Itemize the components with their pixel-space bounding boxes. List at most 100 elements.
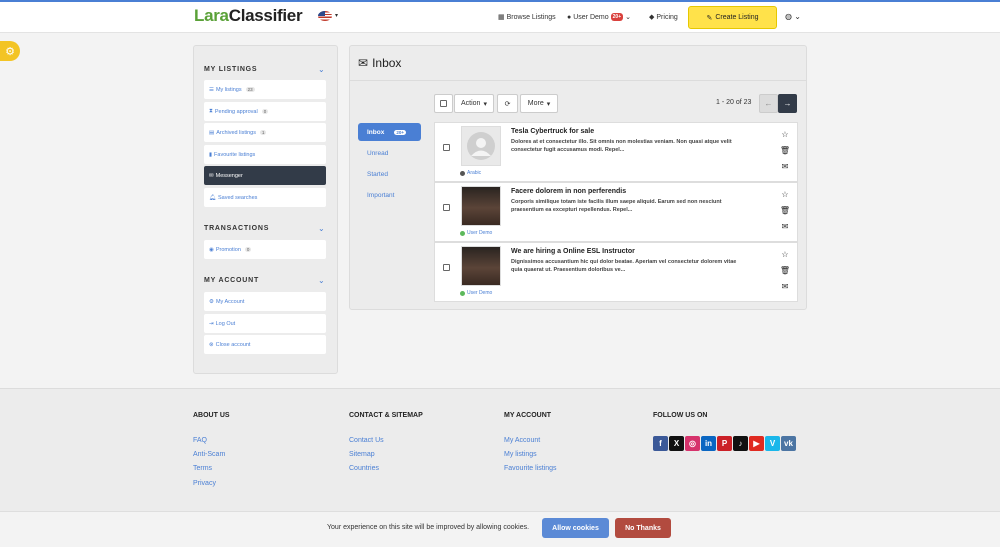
checkbox-icon [440,100,447,107]
hourglass-icon: ⧗ [209,108,213,114]
site-logo[interactable]: LaraClassifier [194,6,303,26]
folder-inbox[interactable]: Inbox 20+ [358,123,421,141]
footer-link-favourite-listings[interactable]: Favourite listings [504,465,557,472]
no-thanks-button[interactable]: No Thanks [615,518,671,538]
footer-link-my-account[interactable]: My Account [504,437,540,444]
sidebar-item-promotion[interactable]: ◉ Promotion 0 [204,240,326,259]
vk-icon[interactable]: vk [781,436,796,451]
sidebar-item-label: Promotion [215,246,241,253]
pinterest-icon[interactable]: P [717,436,732,451]
tag-icon: ◆ [649,14,655,21]
sidebar-item-close-account[interactable]: ⊗ Close account [204,335,326,354]
logo-part-lara: Lara [194,6,229,25]
browse-listings-link[interactable]: ▦ Browse Listings [498,13,556,22]
sidebar-item-archived-listings[interactable]: ▤ Archived listings 1 [204,123,326,142]
browse-listings-label: Browse Listings [506,13,556,21]
star-icon[interactable]: ☆ [781,250,788,259]
message-subject[interactable]: Facere dolorem in non perferendis [511,188,626,195]
refresh-button[interactable]: ⟳ [497,94,518,113]
message-checkbox[interactable] [443,264,450,271]
transactions-heading[interactable]: TRANSACTIONS [204,225,269,232]
user-silhouette-icon [467,132,495,160]
x-icon[interactable]: X [669,436,684,451]
sidebar-item-messenger[interactable]: ✉ Messenger [204,166,326,185]
folder-count-badge: 20+ [394,129,406,135]
envelope-icon[interactable]: ✉ [782,162,789,171]
trash-icon[interactable]: 🗑︎ [780,146,790,155]
language-menu[interactable]: ◍ ⌄ [785,12,801,21]
folder-label: Started [367,170,388,178]
message-subject[interactable]: Tesla Cybertruck for sale [511,128,594,135]
star-icon[interactable]: ☆ [781,130,788,139]
footer-link-faq[interactable]: FAQ [193,437,207,444]
bookmark-icon: ▮ [209,151,213,158]
footer-link-terms[interactable]: Terms [193,465,212,472]
user-menu[interactable]: ● User Demo 20+ ⌄ [567,13,631,21]
arrow-left-icon: ← [764,99,773,108]
message-actions: ☆ 🗑︎ ✉ [780,250,790,291]
instagram-icon[interactable]: ◎ [685,436,700,451]
more-dropdown[interactable]: More ▾ [520,94,558,113]
footer-link-privacy[interactable]: Privacy [193,480,216,487]
sidebar-item-label: Saved searches [217,194,258,201]
create-listing-button[interactable]: ✎ Create Listing [688,6,777,29]
trash-icon[interactable]: 🗑︎ [780,206,790,215]
facebook-icon[interactable]: f [653,436,668,451]
folder-started[interactable]: Started [358,165,421,183]
action-dropdown[interactable]: Action ▾ [454,94,494,113]
sidebar-item-pending-approval[interactable]: ⧗ Pending approval 0 [204,102,326,121]
tiktok-icon[interactable]: ♪ [733,436,748,451]
page-title-text: Inbox [372,56,402,70]
status-dot [460,290,465,296]
refresh-icon: ⟳ [504,100,511,108]
bell-icon: 🔔︎ [209,194,216,201]
folder-important[interactable]: Important [358,186,421,204]
prev-page-button[interactable]: ← [759,94,778,113]
us-flag-icon[interactable] [318,11,332,21]
cookie-message: Your experience on this site will be imp… [327,524,530,531]
envelope-icon[interactable]: ✉ [782,282,789,291]
message-subject[interactable]: We are hiring a Online ESL Instructor [511,248,635,255]
caret-down-icon: ▾ [483,100,487,108]
footer-link-my-listings[interactable]: My listings [504,451,537,458]
folder-unread[interactable]: Unread [358,144,421,162]
chevron-down-icon: ⌄ [625,14,631,21]
trash-icon[interactable]: 🗑︎ [780,266,790,275]
sender: User Demo [460,290,492,296]
message-checkbox[interactable] [443,144,450,151]
pricing-link[interactable]: ◆ Pricing [649,13,678,22]
sidebar-item-my-account[interactable]: ⚙ My Account [204,292,326,311]
message-row[interactable]: User Demo We are hiring a Online ESL Ins… [434,242,798,302]
my-listings-heading[interactable]: MY LISTINGS [204,66,257,73]
next-page-button[interactable]: → [778,94,797,113]
chevron-down-icon[interactable]: ▾ [335,12,338,19]
message-row[interactable]: Arabic Tesla Cybertruck for sale Dolores… [434,122,798,182]
sender-name: User Demo [467,230,493,236]
footer-link-anti-scam[interactable]: Anti-Scam [193,451,225,458]
sidebar-item-favourite-listings[interactable]: ▮ Favourite listings [204,145,326,164]
grid-icon: ▦ [498,14,505,21]
envelope-icon[interactable]: ✉ [782,222,789,231]
sidebar-item-my-listings[interactable]: ☰ My listings 23 [204,80,326,99]
sidebar-item-label: My listings [215,86,242,93]
star-icon[interactable]: ☆ [781,190,788,199]
sidebar-item-label: Pending approval [214,108,258,115]
linkedin-icon[interactable]: in [701,436,716,451]
youtube-icon[interactable]: ▶ [749,436,764,451]
footer-link-sitemap[interactable]: Sitemap [349,451,375,458]
archive-icon: ▤ [209,129,215,136]
message-actions: ☆ 🗑︎ ✉ [780,130,790,171]
select-all-checkbox[interactable] [434,94,453,113]
allow-cookies-button[interactable]: Allow cookies [542,518,609,538]
vimeo-icon[interactable]: V [765,436,780,451]
sender: Arabic [460,170,481,176]
my-account-heading[interactable]: MY ACCOUNT [204,277,259,284]
sidebar-item-saved-searches[interactable]: 🔔︎ Saved searches [204,188,326,207]
sidebar-item-log-out[interactable]: ⇥ Log Out [204,314,326,333]
message-checkbox[interactable] [443,204,450,211]
sidebar-item-label: Favourite listings [214,151,256,158]
settings-gear-icon[interactable]: ⚙ [0,41,20,61]
message-row[interactable]: User Demo Facere dolorem in non perferen… [434,182,798,242]
footer-link-contact-us[interactable]: Contact Us [349,437,384,444]
footer-link-countries[interactable]: Countries [349,465,379,472]
